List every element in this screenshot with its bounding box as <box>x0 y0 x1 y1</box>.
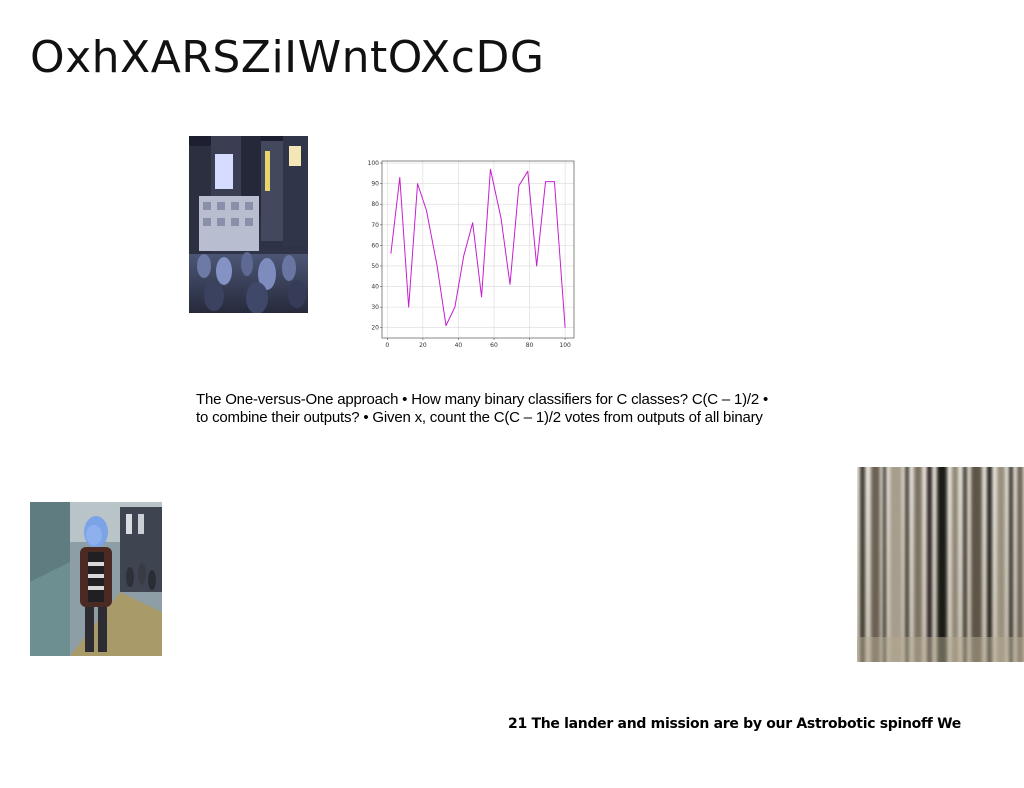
y-tick-label: 40 <box>371 284 379 291</box>
city-night-photo-art <box>189 136 308 313</box>
slide-body-text: The One-versus-One approach • How many b… <box>196 391 856 427</box>
body-line-1: The One-versus-One approach • How many b… <box>196 391 769 408</box>
y-tick-label: 60 <box>371 242 379 249</box>
series-line <box>390 168 566 328</box>
y-tick-label: 90 <box>371 181 379 188</box>
y-tick-label: 70 <box>371 222 379 229</box>
x-tick-label: 60 <box>490 342 498 349</box>
y-tick-label: 100 <box>368 160 380 167</box>
y-tick-label: 30 <box>371 304 379 311</box>
street-photo-art <box>30 502 162 656</box>
y-tick-label: 20 <box>371 325 379 332</box>
body-line-2: to combine their outputs? • Given x, cou… <box>196 409 763 426</box>
line-chart-svg: 20 30 40 50 60 70 80 90 100 0 20 40 60 80 100 <box>368 160 575 349</box>
line-chart: 20 30 40 50 60 70 80 90 100 0 20 40 60 80 100 <box>364 155 580 355</box>
slide-title: OxhXARSZiIWntOXcDG <box>30 32 545 83</box>
x-tick-label: 100 <box>559 342 571 349</box>
x-tick-label: 0 <box>385 342 389 349</box>
forest-photo-art <box>857 467 1024 662</box>
x-tick-label: 80 <box>526 342 534 349</box>
x-tick-label: 40 <box>455 342 463 349</box>
y-tick-label: 50 <box>371 263 379 270</box>
blue-haired-person-street-photo <box>30 502 162 656</box>
y-tick-label: 80 <box>371 201 379 208</box>
slide-footer: 21 The lander and mission are by our Ast… <box>508 716 961 732</box>
city-night-crowd-photo <box>189 136 308 313</box>
blurred-birch-forest-photo <box>857 467 1024 662</box>
x-tick-label: 20 <box>419 342 427 349</box>
